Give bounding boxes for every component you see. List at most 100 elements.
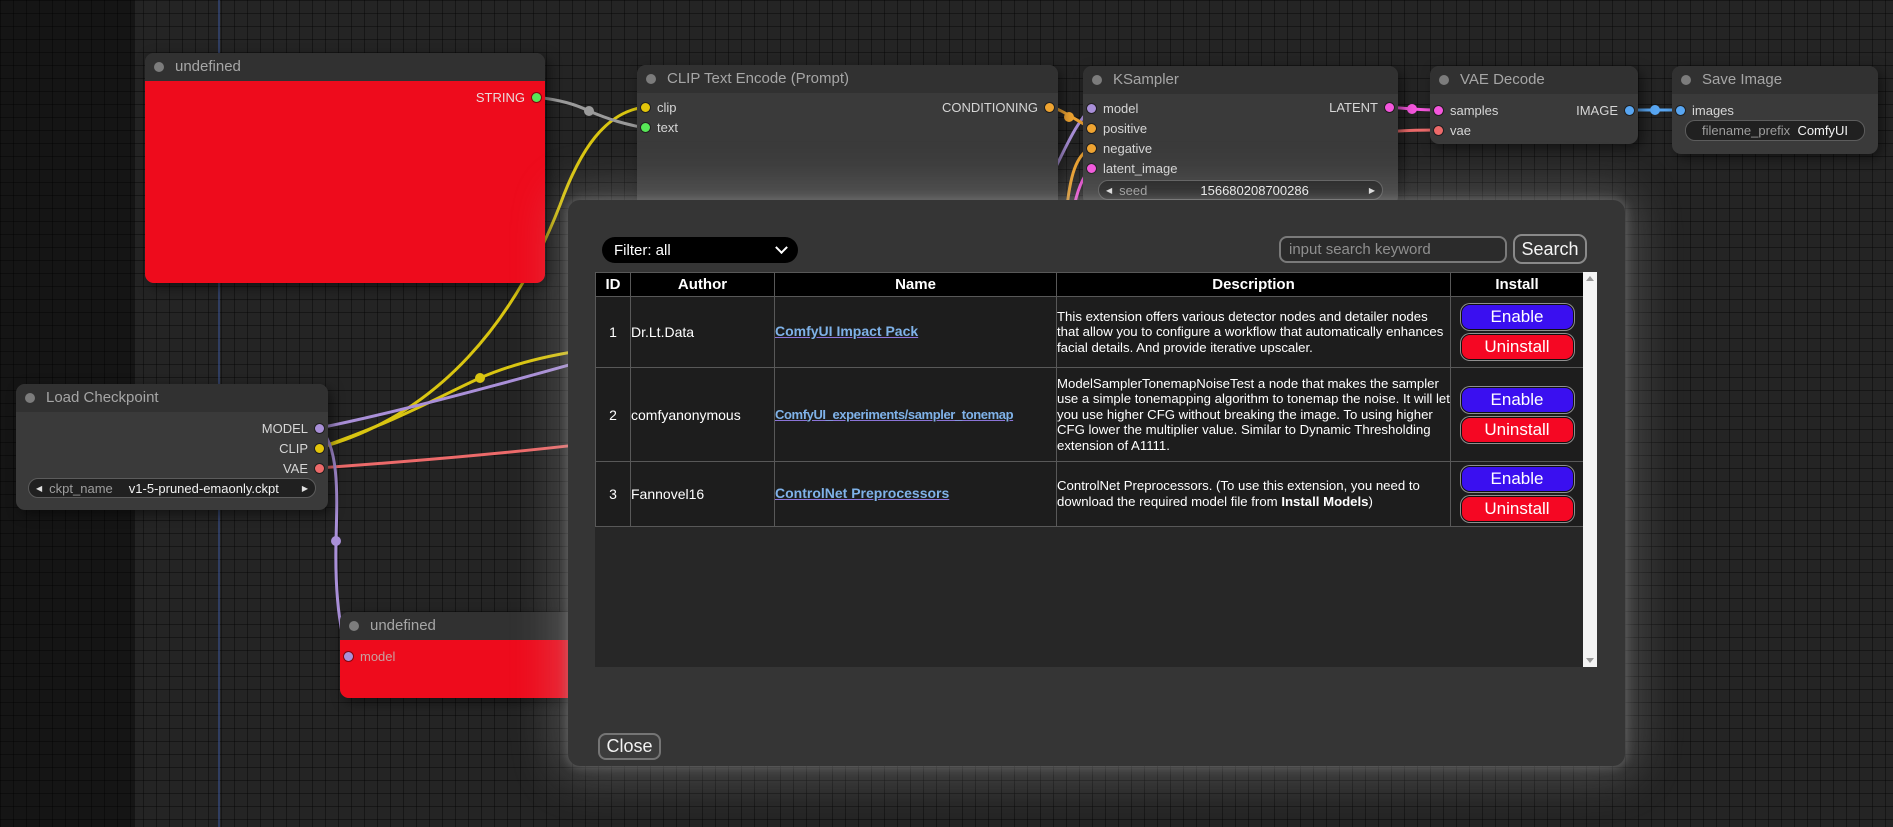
node-collapse-dot[interactable] — [349, 621, 359, 631]
seed-increment-arrow[interactable]: ▶ — [1362, 186, 1382, 195]
output-dot-image[interactable] — [1625, 106, 1634, 115]
header-author: Author — [631, 273, 775, 297]
output-dot-model[interactable] — [315, 424, 324, 433]
link-dot-pink[interactable] — [1407, 104, 1417, 114]
cell-install: Enable Uninstall — [1451, 368, 1584, 462]
input-slot-images: images — [1676, 100, 1734, 120]
cell-install: Enable Uninstall — [1451, 462, 1584, 527]
extension-link[interactable]: ControlNet Preprocessors — [775, 485, 949, 501]
input-dot-images[interactable] — [1676, 106, 1685, 115]
link-dot-blue[interactable] — [1650, 105, 1660, 115]
extension-manager-dialog: Filter: all Search ID Author Name Descri… — [568, 200, 1625, 766]
table-row: 2 comfyanonymous ComfyUI_experiments/sam… — [596, 368, 1584, 462]
filter-selected-value: Filter: all — [614, 242, 671, 259]
input-slot-model: model — [344, 646, 395, 666]
comfyui-canvas[interactable]: undefined STRING CLIP Text Encode (Promp… — [0, 0, 1893, 827]
ckpt-name-widget[interactable]: ◀ ckpt_name v1-5-pruned-emaonly.ckpt ▶ — [28, 478, 316, 498]
uninstall-button[interactable]: Uninstall — [1461, 496, 1574, 522]
enable-button[interactable]: Enable — [1461, 466, 1574, 492]
filename-prefix-widget[interactable]: filename_prefix ComfyUI — [1685, 120, 1865, 141]
node-collapse-dot[interactable] — [1092, 75, 1102, 85]
output-dot-vae[interactable] — [315, 464, 324, 473]
node-undefined-top[interactable]: undefined STRING — [145, 53, 545, 283]
node-title-bar[interactable]: Save Image — [1672, 66, 1878, 94]
filename-prefix-value: ComfyUI — [1797, 123, 1848, 138]
input-slot-negative: negative — [1087, 138, 1152, 158]
node-title-bar[interactable]: undefined — [145, 53, 545, 81]
description-text: ) — [1369, 494, 1373, 509]
scroll-up-arrow-icon[interactable] — [1586, 276, 1594, 281]
output-dot-clip[interactable] — [315, 444, 324, 453]
node-save-image[interactable]: Save Image images filename_prefix ComfyU… — [1672, 66, 1878, 154]
cell-id: 2 — [596, 368, 631, 462]
output-label: LATENT — [1329, 100, 1378, 115]
extension-link[interactable]: ComfyUI Impact Pack — [775, 323, 918, 339]
enable-button[interactable]: Enable — [1461, 387, 1574, 413]
output-dot-string[interactable] — [532, 93, 541, 102]
link-dot-gray[interactable] — [584, 106, 594, 116]
input-dot-model[interactable] — [1087, 104, 1096, 113]
node-title: KSampler — [1113, 71, 1179, 88]
cell-id: 1 — [596, 297, 631, 368]
filename-prefix-label: filename_prefix — [1702, 123, 1790, 138]
node-ksampler[interactable]: KSampler model positive negative latent_… — [1083, 66, 1398, 206]
input-dot-negative[interactable] — [1087, 144, 1096, 153]
output-label: IMAGE — [1576, 103, 1618, 118]
description-bold-text: Install Models — [1281, 494, 1368, 509]
input-dot-text[interactable] — [641, 123, 650, 132]
node-collapse-dot[interactable] — [1439, 75, 1449, 85]
close-button[interactable]: Close — [598, 733, 661, 760]
uninstall-button[interactable]: Uninstall — [1461, 417, 1574, 443]
input-dot-latent-image[interactable] — [1087, 164, 1096, 173]
output-slot-model: MODEL — [262, 418, 324, 438]
link-dot-orange[interactable] — [1064, 112, 1074, 122]
node-collapse-dot[interactable] — [646, 74, 656, 84]
seed-decrement-arrow[interactable]: ◀ — [1099, 186, 1119, 195]
enable-button[interactable]: Enable — [1461, 304, 1574, 330]
node-title-bar[interactable]: CLIP Text Encode (Prompt) — [637, 65, 1058, 93]
node-collapse-dot[interactable] — [25, 393, 35, 403]
output-slot-image: IMAGE — [1576, 100, 1634, 120]
input-label: clip — [657, 100, 677, 115]
node-collapse-dot[interactable] — [1681, 75, 1691, 85]
scrollbar[interactable] — [1583, 272, 1597, 667]
node-title: undefined — [175, 58, 241, 75]
input-label: images — [1692, 103, 1734, 118]
input-dot-vae[interactable] — [1434, 126, 1443, 135]
extension-link[interactable]: ComfyUI_experiments/sampler_tonemap — [775, 407, 1013, 422]
link-dot-purple[interactable] — [331, 536, 341, 546]
search-button[interactable]: Search — [1513, 234, 1587, 264]
input-dot-positive[interactable] — [1087, 124, 1096, 133]
ckpt-prev-arrow[interactable]: ◀ — [29, 484, 49, 493]
node-title: VAE Decode — [1460, 71, 1545, 88]
uninstall-button[interactable]: Uninstall — [1461, 334, 1574, 360]
filter-dropdown[interactable]: Filter: all — [602, 237, 798, 263]
input-dot-model[interactable] — [344, 652, 353, 661]
node-title-bar[interactable]: KSampler — [1083, 66, 1398, 94]
seed-value: 156680208700286 — [1147, 183, 1361, 198]
output-slot-conditioning: CONDITIONING — [942, 97, 1054, 117]
input-dot-samples[interactable] — [1434, 106, 1443, 115]
ckpt-name-value: v1-5-pruned-emaonly.ckpt — [113, 481, 295, 496]
output-slot-latent: LATENT — [1329, 97, 1394, 117]
output-dot-conditioning[interactable] — [1045, 103, 1054, 112]
search-input[interactable] — [1279, 236, 1507, 263]
input-label: text — [657, 120, 678, 135]
scroll-down-arrow-icon[interactable] — [1586, 658, 1594, 663]
node-collapse-dot[interactable] — [154, 62, 164, 72]
input-slot-clip: clip — [641, 97, 677, 117]
node-vae-decode[interactable]: VAE Decode samples vae IMAGE — [1430, 66, 1638, 144]
extension-table-container: ID Author Name Description Install 1 Dr.… — [595, 272, 1597, 667]
header-name: Name — [775, 273, 1057, 297]
seed-widget[interactable]: ◀ seed 156680208700286 ▶ — [1098, 180, 1383, 200]
output-label: CONDITIONING — [942, 100, 1038, 115]
node-clip-text-encode[interactable]: CLIP Text Encode (Prompt) clip text COND… — [637, 65, 1058, 215]
output-dot-latent[interactable] — [1385, 103, 1394, 112]
cell-id: 3 — [596, 462, 631, 527]
node-title-bar[interactable]: VAE Decode — [1430, 66, 1638, 94]
node-load-checkpoint[interactable]: Load Checkpoint MODEL CLIP VAE ◀ ckpt_na… — [16, 384, 328, 510]
input-dot-clip[interactable] — [641, 103, 650, 112]
ckpt-next-arrow[interactable]: ▶ — [295, 484, 315, 493]
node-title-bar[interactable]: Load Checkpoint — [16, 384, 328, 412]
link-dot-yellow[interactable] — [475, 373, 485, 383]
